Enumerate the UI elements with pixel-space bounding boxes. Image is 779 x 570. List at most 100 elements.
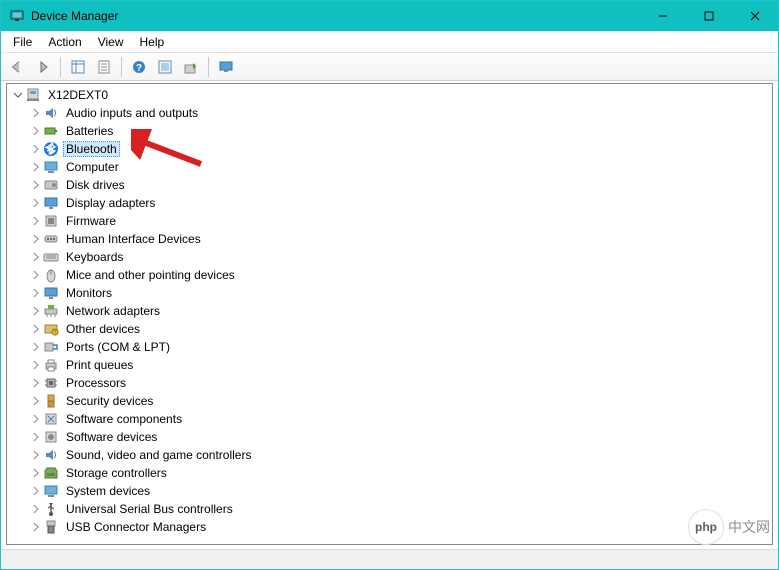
- tree-item[interactable]: Processors: [29, 374, 772, 392]
- tree-item[interactable]: Network adapters: [29, 302, 772, 320]
- tree-item-label[interactable]: Security devices: [63, 393, 156, 409]
- expander-icon[interactable]: [29, 196, 43, 210]
- tree-item[interactable]: Human Interface Devices: [29, 230, 772, 248]
- expander-icon[interactable]: [29, 502, 43, 516]
- tree-item-label[interactable]: Universal Serial Bus controllers: [63, 501, 236, 517]
- expander-icon[interactable]: [29, 430, 43, 444]
- tree-item[interactable]: Print queues: [29, 356, 772, 374]
- tree-item[interactable]: Software components: [29, 410, 772, 428]
- tree-item-label[interactable]: Human Interface Devices: [63, 231, 204, 247]
- tree-item-label[interactable]: Software components: [63, 411, 185, 427]
- scan-button[interactable]: [153, 55, 177, 79]
- tree-item-label[interactable]: Storage controllers: [63, 465, 170, 481]
- tree-item[interactable]: Computer: [29, 158, 772, 176]
- expander-icon[interactable]: [29, 124, 43, 138]
- update-driver-button[interactable]: [179, 55, 203, 79]
- tree-root-node[interactable]: X12DEXT0: [11, 86, 772, 104]
- tree-item[interactable]: Batteries: [29, 122, 772, 140]
- expander-icon[interactable]: [29, 466, 43, 480]
- menu-help[interactable]: Help: [132, 33, 173, 51]
- maximize-button[interactable]: [686, 1, 732, 31]
- tree-item-label[interactable]: Batteries: [63, 123, 116, 139]
- expander-icon[interactable]: [29, 214, 43, 228]
- tree-item-label[interactable]: USB Connector Managers: [63, 519, 209, 535]
- tree-item[interactable]: Mice and other pointing devices: [29, 266, 772, 284]
- expander-icon[interactable]: [29, 448, 43, 462]
- tree-item[interactable]: Storage controllers: [29, 464, 772, 482]
- expander-icon[interactable]: [29, 160, 43, 174]
- tree-item-label[interactable]: Software devices: [63, 429, 160, 445]
- expander-icon[interactable]: [11, 88, 25, 102]
- tree-item-label[interactable]: Print queues: [63, 357, 136, 373]
- app-icon: [9, 8, 25, 24]
- tree-item[interactable]: Disk drives: [29, 176, 772, 194]
- tree-item[interactable]: Display adapters: [29, 194, 772, 212]
- expander-icon[interactable]: [29, 394, 43, 408]
- titlebar: Device Manager: [1, 1, 778, 31]
- menu-view[interactable]: View: [90, 33, 132, 51]
- tree-item[interactable]: ?Other devices: [29, 320, 772, 338]
- tree-item-label[interactable]: System devices: [63, 483, 153, 499]
- close-button[interactable]: [732, 1, 778, 31]
- tree-item-label[interactable]: Ports (COM & LPT): [63, 339, 173, 355]
- tree-item-label[interactable]: Audio inputs and outputs: [63, 105, 201, 121]
- expander-icon[interactable]: [29, 178, 43, 192]
- tree-item-label[interactable]: Sound, video and game controllers: [63, 447, 254, 463]
- expander-icon[interactable]: [29, 520, 43, 534]
- tree-item-label[interactable]: Disk drives: [63, 177, 128, 193]
- tree-item-label[interactable]: Firmware: [63, 213, 119, 229]
- expander-icon[interactable]: [29, 106, 43, 120]
- tree-item-label[interactable]: Monitors: [63, 285, 115, 301]
- tree-item[interactable]: System devices: [29, 482, 772, 500]
- tree-item[interactable]: Bluetooth: [29, 140, 772, 158]
- tree-item-label[interactable]: Keyboards: [63, 249, 126, 265]
- tree-item[interactable]: USB Connector Managers: [29, 518, 772, 536]
- help-button[interactable]: ?: [127, 55, 151, 79]
- network-icon: [43, 303, 59, 319]
- toolbar: ?: [1, 53, 778, 81]
- tree-item[interactable]: Firmware: [29, 212, 772, 230]
- swcomp-icon: [43, 411, 59, 427]
- tree-item[interactable]: Monitors: [29, 284, 772, 302]
- cpu-icon: [43, 375, 59, 391]
- expander-icon[interactable]: [29, 142, 43, 156]
- expander-icon[interactable]: [29, 268, 43, 282]
- tree-item[interactable]: Audio inputs and outputs: [29, 104, 772, 122]
- expander-icon[interactable]: [29, 250, 43, 264]
- expander-icon[interactable]: [29, 340, 43, 354]
- root-label[interactable]: X12DEXT0: [45, 87, 111, 103]
- tree-item[interactable]: Software devices: [29, 428, 772, 446]
- menu-file[interactable]: File: [5, 33, 40, 51]
- security-icon: [43, 393, 59, 409]
- expander-icon[interactable]: [29, 304, 43, 318]
- show-hide-tree-button[interactable]: [66, 55, 90, 79]
- tree-item-label[interactable]: Computer: [63, 159, 122, 175]
- tree-item[interactable]: Sound, video and game controllers: [29, 446, 772, 464]
- menu-action[interactable]: Action: [40, 33, 89, 51]
- tree-item-label[interactable]: Processors: [63, 375, 129, 391]
- tree-item[interactable]: Universal Serial Bus controllers: [29, 500, 772, 518]
- tree-item-label[interactable]: Display adapters: [63, 195, 158, 211]
- tree-item-label[interactable]: Mice and other pointing devices: [63, 267, 238, 283]
- properties-button[interactable]: [92, 55, 116, 79]
- expander-icon[interactable]: [29, 412, 43, 426]
- usbconn-icon: [43, 519, 59, 535]
- expander-icon[interactable]: [29, 484, 43, 498]
- forward-button[interactable]: [31, 55, 55, 79]
- monitor-button[interactable]: [214, 55, 238, 79]
- minimize-button[interactable]: [640, 1, 686, 31]
- tree-item-label[interactable]: Network adapters: [63, 303, 163, 319]
- expander-icon[interactable]: [29, 376, 43, 390]
- expander-icon[interactable]: [29, 358, 43, 372]
- tree-item-label[interactable]: Bluetooth: [63, 141, 120, 157]
- tree-item[interactable]: Keyboards: [29, 248, 772, 266]
- expander-icon[interactable]: [29, 286, 43, 300]
- expander-icon[interactable]: [29, 232, 43, 246]
- keyboard-icon: [43, 249, 59, 265]
- expander-icon[interactable]: [29, 322, 43, 336]
- back-button[interactable]: [5, 55, 29, 79]
- device-tree-panel[interactable]: X12DEXT0 Audio inputs and outputs Batteri…: [6, 83, 773, 545]
- tree-item[interactable]: Security devices: [29, 392, 772, 410]
- tree-item[interactable]: Ports (COM & LPT): [29, 338, 772, 356]
- tree-item-label[interactable]: Other devices: [63, 321, 143, 337]
